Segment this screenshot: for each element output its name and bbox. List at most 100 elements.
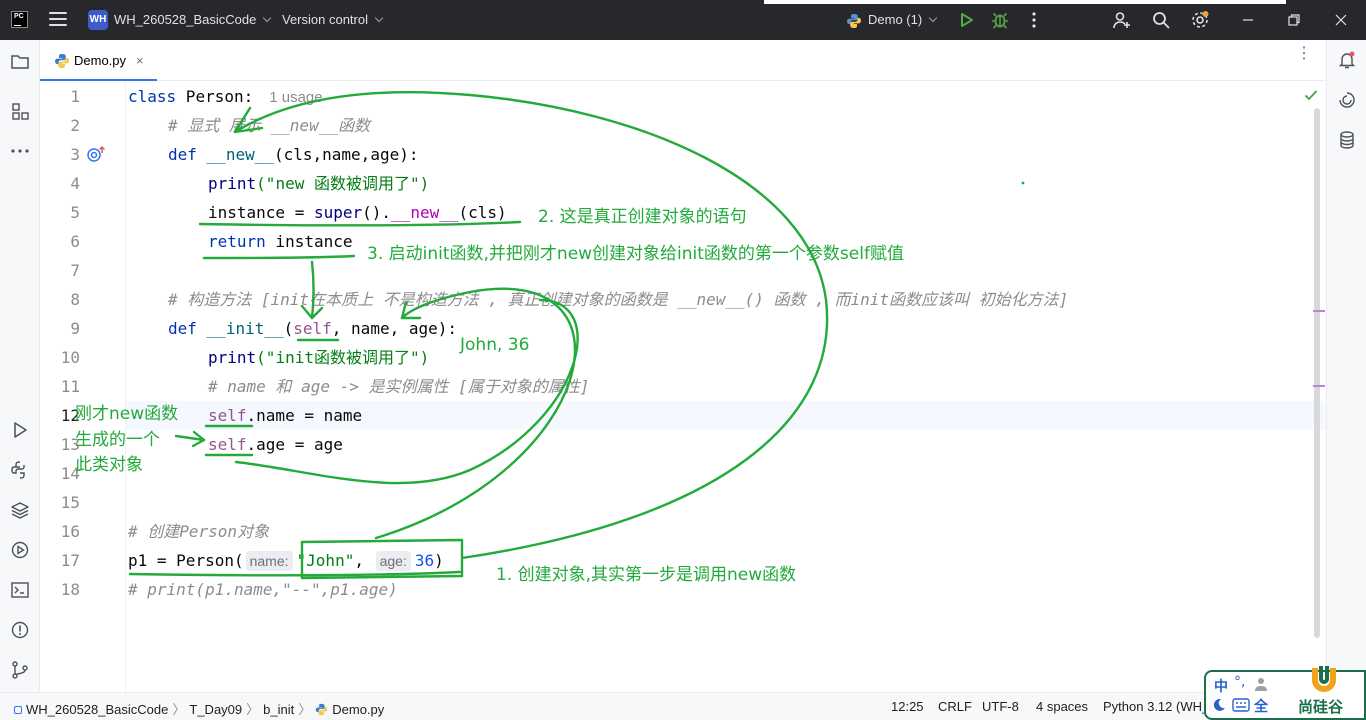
- caret-position[interactable]: 12:25: [891, 699, 924, 714]
- usage-hint[interactable]: 1 usage: [269, 89, 322, 106]
- keyboard-icon[interactable]: [1232, 698, 1250, 712]
- title-bar: PC WH WH_260528_BasicCode Version contro…: [0, 0, 1366, 40]
- code-line-17: p1 = Person(name: "John", age: 36): [128, 546, 444, 575]
- override-marker-icon[interactable]: [86, 145, 108, 163]
- ai-assistant-icon[interactable]: [1337, 90, 1357, 110]
- code-line-12: self.name = name: [208, 401, 362, 430]
- scroll-marker: [1313, 310, 1325, 312]
- project-badge[interactable]: WH: [88, 10, 108, 30]
- class-name: Person:: [176, 87, 254, 106]
- comment: # print(p1.name,"--",p1.age): [128, 580, 398, 599]
- code-line-5: instance = super().__new__(cls): [208, 198, 507, 227]
- line-number: 10: [60, 348, 80, 367]
- vcs-selector[interactable]: Version control: [282, 12, 384, 27]
- settings-icon[interactable]: [1190, 10, 1210, 30]
- breadcrumb-project[interactable]: WH_260528_BasicCode: [26, 702, 168, 717]
- debug-icon[interactable]: [990, 10, 1010, 30]
- code-text: instance: [265, 232, 353, 251]
- more-actions-icon[interactable]: [1024, 10, 1044, 30]
- python-console-icon[interactable]: [10, 460, 30, 480]
- dunder-call: __new__: [391, 203, 459, 222]
- self-ref: self: [208, 435, 247, 454]
- brand-logo-icon: [1312, 666, 1336, 692]
- keyword: def: [168, 319, 197, 338]
- annotation-step-2: 2. 这是真正创建对象的语句: [538, 207, 747, 227]
- code-line-9: def __init__(self, name, age):: [168, 314, 457, 343]
- line-number: 18: [60, 580, 80, 599]
- restore-icon[interactable]: [1284, 10, 1304, 30]
- check-icon[interactable]: [1303, 87, 1319, 103]
- run-config-selector[interactable]: Demo (1): [846, 10, 938, 30]
- code-text: ,: [354, 551, 374, 570]
- self-param: self: [293, 319, 332, 338]
- search-icon[interactable]: [1151, 10, 1171, 30]
- terminal-icon[interactable]: [10, 580, 30, 600]
- line-number: 2: [70, 116, 80, 135]
- ime-mode[interactable]: 中: [1214, 676, 1228, 696]
- function-name: __new__: [206, 145, 274, 164]
- services-icon[interactable]: [10, 540, 30, 560]
- layers-icon[interactable]: [10, 500, 30, 520]
- ime-fullwidth[interactable]: 全: [1254, 696, 1268, 716]
- class-call: Person: [176, 551, 234, 570]
- breadcrumb-file[interactable]: Demo.py: [332, 702, 384, 717]
- line-number: 17: [60, 551, 80, 570]
- code-line-8: # 构造方法 [init在本质上 不是构造方法 , 真正创建对象的函数是 __n…: [168, 285, 1068, 314]
- line-number: 15: [60, 493, 80, 512]
- code-line-13: self.age = age: [208, 430, 343, 459]
- code-line-4: print("new 函数被调用了"): [208, 169, 429, 198]
- indent-setting[interactable]: 4 spaces: [1036, 699, 1088, 714]
- left-tool-strip: [0, 40, 40, 692]
- chevron-down-icon: [374, 13, 384, 23]
- project-selector[interactable]: WH_260528_BasicCode: [114, 12, 272, 27]
- structure-icon[interactable]: [10, 101, 30, 121]
- line-number: 9: [70, 319, 80, 338]
- main-menu-icon[interactable]: [49, 12, 67, 28]
- file-encoding[interactable]: UTF-8: [982, 699, 1019, 714]
- line-gutter: 1 2 3 4 5 6 7 8 9 10 11 12 13 14 15 16 1…: [40, 82, 126, 692]
- title-overlay-bar: [764, 0, 1286, 4]
- notifications-icon[interactable]: [1337, 50, 1357, 70]
- vertical-scrollbar[interactable]: [1312, 108, 1322, 638]
- project-root-icon: [14, 705, 22, 714]
- breadcrumb: WH_260528_BasicCode 〉 T_Day09 〉 b_init 〉 Demo.…: [14, 699, 384, 718]
- minimize-icon[interactable]: [1238, 10, 1258, 30]
- add-user-icon[interactable]: [1112, 10, 1132, 30]
- ime-widget[interactable]: 中 °, 全 尚硅谷: [1204, 666, 1366, 720]
- tab-demo-py[interactable]: Demo.py ×: [40, 40, 157, 81]
- run-tool-icon[interactable]: [10, 420, 30, 440]
- code-text: .age = age: [246, 435, 343, 454]
- python-interpreter[interactable]: Python 3.12 (WH_: [1103, 699, 1209, 714]
- line-number: 6: [70, 232, 80, 251]
- line-number: 8: [70, 290, 80, 309]
- tab-options-icon[interactable]: ⋮: [1296, 46, 1312, 62]
- function-name: __init__: [206, 319, 284, 338]
- ime-punct[interactable]: °,: [1234, 674, 1245, 690]
- close-icon[interactable]: [1331, 10, 1351, 30]
- folder-icon[interactable]: [10, 51, 30, 71]
- breadcrumb-separator: 〉: [172, 702, 186, 717]
- breadcrumb-separator: 〉: [298, 702, 312, 717]
- tab-close-icon[interactable]: ×: [136, 53, 144, 68]
- run-icon[interactable]: [956, 10, 976, 30]
- builtin: print: [208, 348, 257, 367]
- right-tool-strip: [1326, 40, 1366, 692]
- problems-icon[interactable]: [10, 620, 30, 640]
- line-separator[interactable]: CRLF: [938, 699, 972, 714]
- string: ("init函数被调用了"): [256, 348, 430, 367]
- code-line-6: return instance: [208, 227, 353, 256]
- chevron-down-icon: [928, 13, 938, 23]
- breadcrumb-folder[interactable]: b_init: [263, 702, 294, 717]
- git-icon[interactable]: [10, 660, 30, 680]
- brand-name: 尚硅谷: [1298, 698, 1344, 716]
- more-tools-icon[interactable]: [10, 141, 30, 161]
- breadcrumb-separator: 〉: [246, 702, 260, 717]
- code-text: ): [434, 551, 444, 570]
- database-icon[interactable]: [1337, 130, 1357, 150]
- code-editor[interactable]: 1 2 3 4 5 6 7 8 9 10 11 12 13 14 15 16 1…: [40, 82, 1326, 692]
- logo-text: PC: [14, 13, 24, 20]
- code-text: p1 =: [128, 551, 177, 570]
- code-line-10: print("init函数被调用了"): [208, 343, 429, 372]
- breadcrumb-folder[interactable]: T_Day09: [189, 702, 242, 717]
- string: "John": [296, 551, 355, 570]
